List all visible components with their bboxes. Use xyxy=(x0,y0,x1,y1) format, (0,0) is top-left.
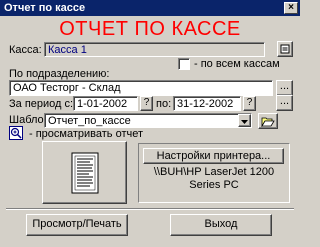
exit-button[interactable]: Выход xyxy=(170,214,272,236)
close-button[interactable]: × xyxy=(284,2,298,14)
template-open-button[interactable] xyxy=(258,113,278,129)
cash-label: Касса: xyxy=(9,44,42,56)
document-preview-icon xyxy=(71,152,98,194)
cash-field[interactable]: Касса 1 xyxy=(44,42,265,57)
all-cash-label: - по всем кассам xyxy=(194,58,280,70)
period-from-picker-button[interactable]: ? xyxy=(140,96,153,111)
period-to-field[interactable]: 31-12-2002 xyxy=(173,96,241,111)
preview-thumbnail-button[interactable] xyxy=(42,141,127,204)
template-dropdown-button[interactable] xyxy=(238,114,251,127)
zoom-in-icon xyxy=(9,126,23,140)
printer-settings-button[interactable]: Настройки принтера... xyxy=(143,148,284,164)
chevron-down-icon xyxy=(241,120,248,124)
division-field[interactable]: ОАО Тесторг - Склад xyxy=(9,80,273,96)
title-bar: Отчет по кассе × xyxy=(0,0,300,16)
period-to-label: по: xyxy=(156,98,172,110)
divider xyxy=(6,208,294,210)
period-browse-button[interactable]: ... xyxy=(276,95,293,111)
cash-select-button[interactable] xyxy=(277,41,293,57)
window-title: Отчет по кассе xyxy=(4,2,86,14)
preview-toggle[interactable] xyxy=(9,126,23,140)
preview-label: - просматривать отчет xyxy=(29,128,144,140)
period-from-label: За период с: xyxy=(9,98,74,110)
list-icon xyxy=(280,44,290,54)
template-value: Отчет_по_кассе xyxy=(48,115,131,127)
preview-print-button[interactable]: Просмотр/Печать xyxy=(26,214,128,236)
folder-open-icon xyxy=(261,117,275,128)
division-browse-button[interactable]: ... xyxy=(276,80,293,96)
period-from-field[interactable]: 1-01-2002 xyxy=(73,96,138,111)
report-dialog: Отчет по кассе × ОТЧЕТ ПО КАССЕ Касса: К… xyxy=(0,0,300,247)
division-label: По подразделению: xyxy=(9,68,110,80)
printer-name: \\BUH\HP LaserJet 1200 Series PC xyxy=(153,166,275,191)
period-to-picker-button[interactable]: ? xyxy=(243,96,256,111)
template-select[interactable]: Отчет_по_кассе xyxy=(44,113,252,128)
report-heading: ОТЧЕТ ПО КАССЕ xyxy=(59,18,241,40)
all-cash-checkbox[interactable] xyxy=(178,58,190,70)
